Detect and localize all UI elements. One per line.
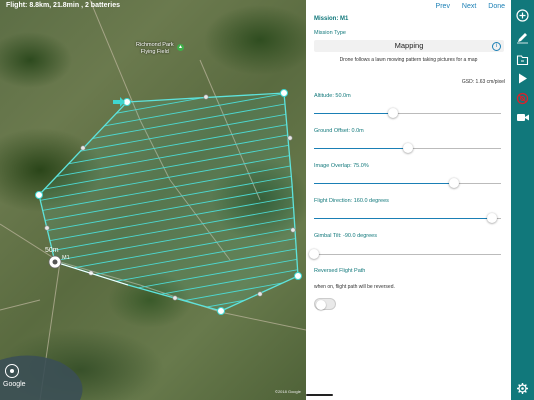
survey-overlay <box>0 0 306 400</box>
settings-icon[interactable] <box>515 381 530 396</box>
slider-knob[interactable] <box>309 249 319 259</box>
map-view[interactable]: Flight: 8.8km, 21.8min , 2 batteries Ric… <box>0 0 306 400</box>
gimbal-tilt-slider[interactable] <box>309 249 501 259</box>
slider-fill <box>314 217 492 219</box>
done-button[interactable]: Done <box>488 3 505 10</box>
slider-fill <box>314 112 393 114</box>
no-fly-icon[interactable] <box>515 91 530 106</box>
add-icon[interactable] <box>515 8 530 23</box>
mission-type-selector[interactable]: Mapping i <box>314 40 504 52</box>
altitude-slider[interactable] <box>314 108 501 118</box>
slider-knob[interactable] <box>402 143 413 153</box>
slider-fill <box>314 182 455 184</box>
slider-fill <box>314 147 408 149</box>
ground-offset-label: Ground Offset: 0.0m <box>314 128 364 134</box>
draw-icon[interactable] <box>515 30 530 45</box>
video-icon[interactable] <box>515 110 530 125</box>
slider-knob[interactable] <box>449 178 460 188</box>
right-toolbar <box>511 0 534 400</box>
park-pin-icon[interactable]: ▲ <box>177 44 184 51</box>
survey-pass-line <box>39 288 298 311</box>
place-label-line2: Flying Field <box>140 49 169 55</box>
flight-direction-label: Flight Direction: 160.0 degrees <box>314 198 389 204</box>
mission-title: Mission: M1 <box>314 16 349 22</box>
altitude-label: Altitude: 50.0m <box>314 93 351 99</box>
mission-type-label: Mission Type <box>314 30 346 36</box>
flight-summary: Flight: 8.8km, 21.8min , 2 batteries <box>6 2 120 9</box>
next-button[interactable]: Next <box>462 3 476 10</box>
place-label-line1: Richmond Park <box>136 42 174 48</box>
play-icon[interactable] <box>515 71 530 86</box>
mission-settings-panel: Prev Next Done Mission: M1 Mission Type … <box>306 0 511 400</box>
survey-pass-line <box>39 309 298 311</box>
slider-knob[interactable] <box>486 213 497 223</box>
waypoint-name-label: M1 <box>62 255 70 261</box>
flight-direction-slider[interactable] <box>314 213 501 223</box>
folder-icon[interactable] <box>515 52 530 67</box>
reversed-path-label: Reversed Flight Path <box>314 268 366 274</box>
toggle-knob <box>315 299 326 310</box>
waypoint-altitude-label: 50m <box>45 247 59 254</box>
home-indicator <box>306 394 333 396</box>
google-logo: Google <box>3 381 26 388</box>
slider-track <box>314 253 501 255</box>
locate-me-icon[interactable] <box>5 364 19 378</box>
mission-type-value: Mapping <box>394 41 424 50</box>
map-copyright: ©2018 Google <box>275 389 301 394</box>
ground-offset-slider[interactable] <box>314 143 501 153</box>
reversed-path-note: when on, flight path will be reversed. <box>314 284 395 290</box>
panel-nav: Prev Next Done <box>426 3 505 10</box>
mission-type-description: Drone follows a lawn mowing pattern taki… <box>339 57 478 63</box>
image-overlap-label: Image Overlap: 75.0% <box>314 163 369 169</box>
gimbal-tilt-label: Gimbal Tilt: -90.0 degrees <box>314 233 377 239</box>
info-icon[interactable]: i <box>492 41 501 51</box>
slider-knob[interactable] <box>387 108 398 118</box>
survey-pass-line <box>39 298 298 311</box>
map-place-label: Richmond Park Flying Field <box>136 42 174 56</box>
reversed-path-toggle[interactable] <box>314 298 336 310</box>
image-overlap-slider[interactable] <box>314 178 501 188</box>
prev-button[interactable]: Prev <box>436 3 450 10</box>
gsd-readout: GSD: 1.63 cm/pixel <box>461 79 505 85</box>
